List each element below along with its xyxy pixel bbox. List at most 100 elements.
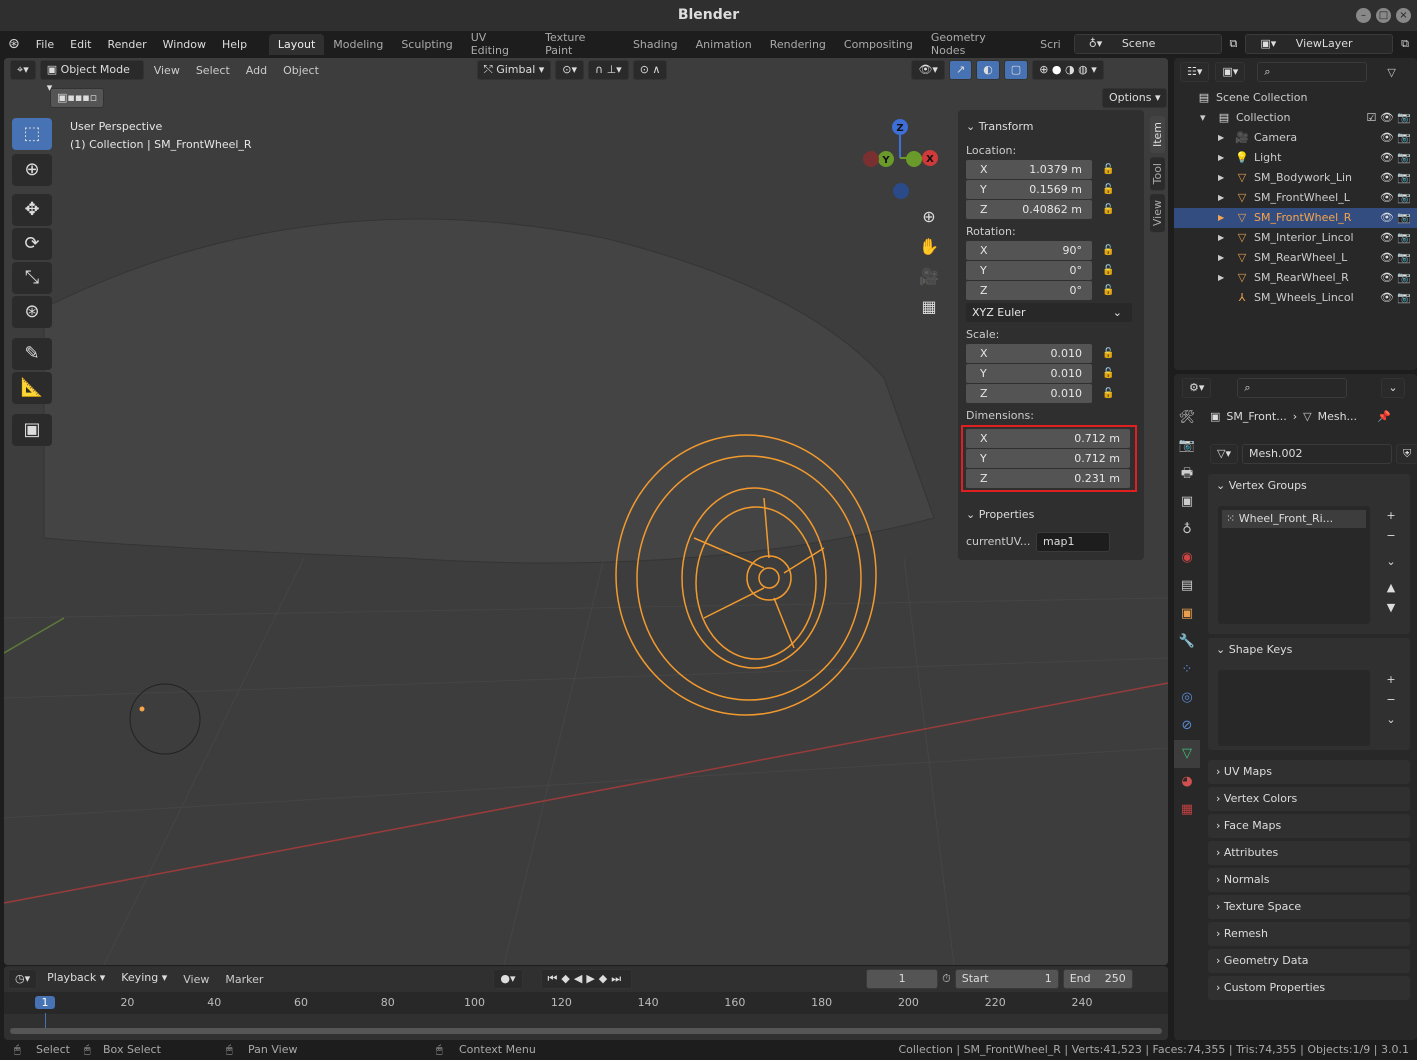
expand-icon[interactable]: ▶	[1218, 228, 1234, 248]
vertex-group-item[interactable]: ⁙ Wheel_Front_Ri...	[1222, 510, 1366, 528]
panel-face-maps[interactable]: › Face Maps	[1208, 814, 1410, 838]
modifier-tab-icon[interactable]: 🔧	[1174, 628, 1200, 656]
end-frame-field[interactable]: End 250	[1062, 969, 1133, 989]
add-icon[interactable]: +	[1382, 670, 1400, 690]
rotation-mode-dropdown[interactable]: XYZ Euler ⌄	[966, 303, 1132, 322]
menu-select[interactable]: Select	[190, 64, 236, 77]
camera-view-icon[interactable]: 🎥	[918, 262, 940, 292]
constraints-tab-icon[interactable]: ⊘	[1174, 712, 1200, 740]
menu-keying[interactable]: Keying ▾	[115, 969, 173, 989]
move-tool[interactable]: ✥	[12, 194, 52, 226]
start-frame-field[interactable]: Start 1	[954, 969, 1059, 989]
tab-compositing[interactable]: Compositing	[835, 34, 922, 55]
lock-icon[interactable]: 🔓	[1102, 245, 1114, 256]
expand-icon[interactable]: ▶	[1218, 188, 1234, 208]
editor-type-button[interactable]: ⚙▾	[1182, 378, 1212, 398]
outliner-item[interactable]: ⅄ SM_Wheels_Lincol 👁 📷	[1174, 288, 1417, 308]
expand-icon[interactable]: ▶	[1218, 268, 1234, 288]
menu-playback[interactable]: Playback ▾	[41, 969, 111, 989]
menu-file[interactable]: File	[28, 38, 62, 51]
tab-uv-editing[interactable]: UV Editing	[462, 27, 536, 61]
visibility-icons[interactable]: 👁 📷	[1380, 128, 1411, 148]
new-scene-icon[interactable]: ⧉	[1222, 37, 1246, 51]
pan-hand-icon[interactable]: ✋	[918, 232, 940, 262]
scene-tab-icon[interactable]: ♁	[1174, 516, 1200, 544]
render-tab-icon[interactable]: 📷	[1174, 432, 1200, 460]
panel-uv-maps[interactable]: › UV Maps	[1208, 760, 1410, 784]
expand-icon[interactable]: ▶	[1218, 208, 1234, 228]
new-view-layer-icon[interactable]: ⧉	[1393, 37, 1417, 51]
transform-header[interactable]: ⌄ Transform	[966, 116, 1136, 138]
world-tab-icon[interactable]: ◉	[1174, 544, 1200, 572]
object-tab-icon[interactable]: ▣	[1174, 600, 1200, 628]
particles-tab-icon[interactable]: ⁘	[1174, 656, 1200, 684]
move-up-icon[interactable]: ▲	[1382, 578, 1400, 598]
visibility-icons[interactable]: 👁 📷	[1380, 248, 1411, 268]
expand-icon[interactable]: ▾	[1200, 108, 1216, 128]
lock-icon[interactable]: 🔓	[1102, 204, 1114, 215]
shading-modes[interactable]: ⊕ ● ◑ ◍ ▾	[1032, 60, 1104, 80]
outliner-item[interactable]: ▶ ▽ SM_FrontWheel_R 👁 📷	[1174, 208, 1417, 228]
tab-geometry-nodes[interactable]: Geometry Nodes	[922, 27, 1031, 61]
expand-icon[interactable]: ▶	[1218, 128, 1234, 148]
panel-attributes[interactable]: › Attributes	[1208, 841, 1410, 865]
outliner-collection[interactable]: ▾ ▤ Collection ☑ 👁 📷	[1174, 108, 1417, 128]
sidebar-tab-tool[interactable]: Tool	[1150, 157, 1165, 191]
filter-icon[interactable]: ▽	[1387, 66, 1395, 79]
tab-rendering[interactable]: Rendering	[761, 34, 835, 55]
transform-tool[interactable]: ⊛	[12, 296, 52, 328]
visibility-dropdown[interactable]: 👁▾	[911, 60, 945, 80]
3d-viewport[interactable]: Z X Y ⌖▾ ▣ Object Mode ▾ View Select Add…	[4, 58, 1168, 965]
blender-logo-icon[interactable]: ⊛	[0, 36, 28, 52]
select-box-tool[interactable]: ⬚	[12, 118, 52, 150]
expand-icon[interactable]: ▶	[1218, 248, 1234, 268]
editor-type-button[interactable]: ⌖▾	[10, 60, 36, 80]
sidebar-tab-item[interactable]: Item	[1150, 116, 1165, 154]
mode-dropdown[interactable]: ▣ Object Mode ▾	[39, 60, 144, 94]
stopwatch-icon[interactable]: ⏱	[942, 972, 951, 986]
lock-icon[interactable]: 🔓	[1102, 184, 1114, 195]
lock-icon[interactable]: 🔓	[1102, 164, 1114, 175]
outliner-item[interactable]: ▶ ▽ SM_RearWheel_R 👁 📷	[1174, 268, 1417, 288]
remove-icon[interactable]: −	[1382, 690, 1400, 710]
visibility-icons[interactable]: 👁 📷	[1380, 188, 1411, 208]
annotate-tool[interactable]: ✎	[12, 338, 52, 370]
material-tab-icon[interactable]: ◕	[1174, 768, 1200, 796]
panel-normals[interactable]: › Normals	[1208, 868, 1410, 892]
visibility-icons[interactable]: ☑ 👁 📷	[1366, 108, 1411, 128]
visibility-icons[interactable]: 👁 📷	[1380, 168, 1411, 188]
tool-tab-icon[interactable]: 🛠	[1174, 404, 1200, 432]
tab-modeling[interactable]: Modeling	[324, 34, 392, 55]
outliner-item[interactable]: ▶ ▽ SM_FrontWheel_L 👁 📷	[1174, 188, 1417, 208]
outliner-item[interactable]: ▶ 🎥 Camera 👁 📷	[1174, 128, 1417, 148]
maximize-button[interactable]: □	[1376, 8, 1391, 23]
current-frame-field[interactable]: 1	[866, 969, 939, 989]
panel-remesh[interactable]: › Remesh	[1208, 922, 1410, 946]
minimize-button[interactable]: –	[1356, 8, 1371, 23]
xray-toggle[interactable]: ▢	[1003, 60, 1029, 80]
view-layer-filter-dropdown[interactable]: ▣▾	[1215, 62, 1246, 82]
close-button[interactable]: ×	[1396, 8, 1411, 23]
add-icon[interactable]: +	[1382, 506, 1400, 526]
orientation-dropdown[interactable]: ⤲ Gimbal ▾	[476, 60, 552, 80]
properties-search-input[interactable]: ⌕	[1237, 378, 1348, 398]
menu-view[interactable]: View	[148, 64, 186, 77]
outliner-item[interactable]: ▶ ▽ SM_Bodywork_Lin 👁 📷	[1174, 168, 1417, 188]
add-cube-tool[interactable]: ▣	[12, 414, 52, 446]
menu-render[interactable]: Render	[99, 38, 154, 51]
cursor-tool[interactable]: ⊕	[12, 154, 52, 186]
timeline-scrollbar[interactable]	[10, 1028, 1162, 1034]
properties-header[interactable]: ⌄ Properties	[966, 504, 1136, 526]
rotate-tool[interactable]: ⟳	[12, 228, 52, 260]
menu-object[interactable]: Object	[277, 64, 325, 77]
vertex-groups-header[interactable]: ⌄ Vertex Groups	[1216, 474, 1410, 498]
menu-add[interactable]: Add	[240, 64, 273, 77]
panel-texture-space[interactable]: › Texture Space	[1208, 895, 1410, 919]
tab-layout[interactable]: Layout	[268, 33, 325, 55]
lock-icon[interactable]: 🔓	[1102, 368, 1114, 379]
vertex-group-list[interactable]: ⁙ Wheel_Front_Ri...	[1218, 506, 1370, 624]
custom-prop-value[interactable]: map1	[1036, 531, 1110, 552]
lock-icon[interactable]: 🔓	[1102, 348, 1114, 359]
panel-vertex-colors[interactable]: › Vertex Colors	[1208, 787, 1410, 811]
chevron-down-icon[interactable]: ⌄	[1382, 552, 1400, 572]
